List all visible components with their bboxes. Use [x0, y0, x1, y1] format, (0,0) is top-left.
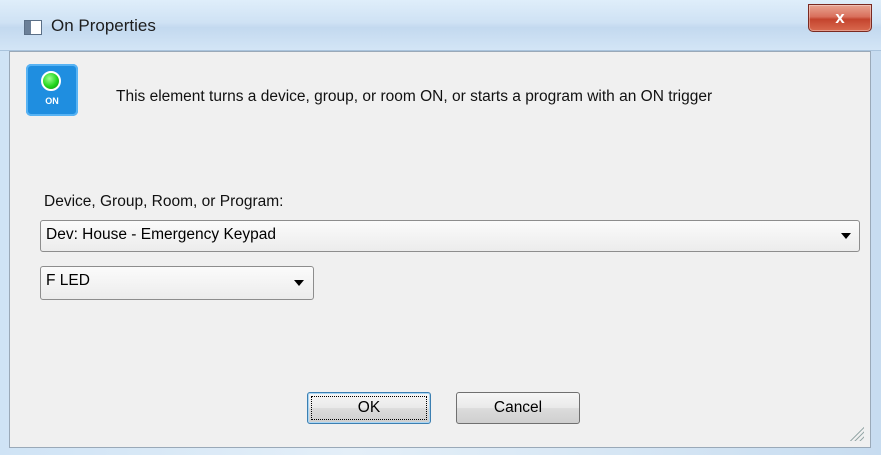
subitem-dropdown-value: F LED — [46, 272, 90, 289]
subitem-dropdown[interactable]: F LED — [40, 266, 314, 300]
close-icon: x — [835, 8, 845, 27]
element-description: This element turns a device, group, or r… — [116, 88, 713, 105]
cancel-button[interactable]: Cancel — [456, 392, 580, 424]
target-dropdown[interactable]: Dev: House - Emergency Keypad — [40, 220, 860, 252]
resize-grip-icon[interactable] — [848, 425, 864, 441]
ok-button[interactable]: OK — [307, 392, 431, 424]
chevron-down-icon — [841, 233, 851, 239]
focus-rectangle — [311, 396, 427, 420]
on-icon-label: ON — [45, 96, 59, 106]
window-title: On Properties — [51, 16, 156, 35]
cancel-button-label: Cancel — [493, 399, 543, 416]
green-led-icon — [41, 71, 61, 91]
target-field-label: Device, Group, Room, or Program: — [44, 193, 284, 210]
title-bar[interactable]: On Properties x — [0, 0, 881, 51]
window-icon — [24, 20, 42, 35]
target-dropdown-value: Dev: House - Emergency Keypad — [46, 226, 277, 243]
close-button[interactable]: x — [808, 4, 872, 32]
chevron-down-icon — [294, 280, 304, 286]
on-element-icon: ON — [26, 64, 78, 116]
